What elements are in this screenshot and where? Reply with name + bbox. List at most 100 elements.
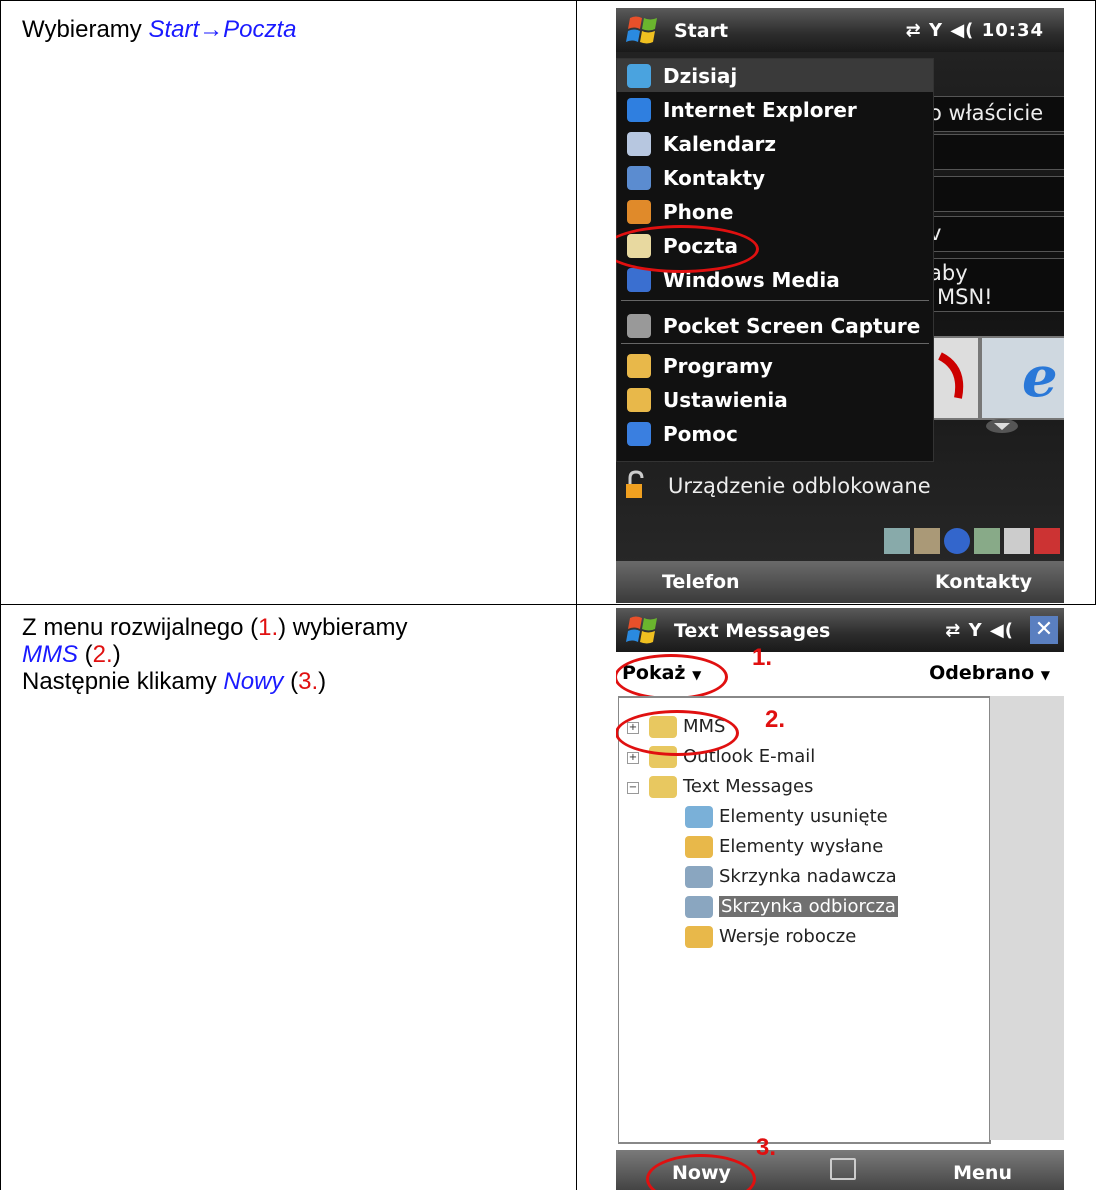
menu-item-label: Kalendarz [663, 132, 776, 156]
tree-node-label: Skrzynka nadawcza [719, 866, 897, 887]
battery-icon[interactable] [974, 528, 1000, 554]
media-icon [627, 268, 651, 292]
menu-item[interactable]: Kalendarz [617, 127, 933, 160]
folder-icon [627, 354, 651, 378]
contacts-icon [627, 166, 651, 190]
menu-item[interactable]: Programy [617, 349, 933, 382]
notification-icons [884, 528, 1060, 556]
volume-icon[interactable]: ◀( [990, 620, 1014, 641]
calendar-icon [627, 132, 651, 156]
menu-item[interactable]: Dzisiaj [617, 59, 933, 92]
phone-icon [627, 200, 651, 224]
text-part: ) [318, 668, 327, 695]
text-part: Następnie klikamy [22, 668, 224, 695]
camera-icon [627, 314, 651, 338]
today-text: aby [929, 261, 968, 285]
menu-item-label: Pocket Screen Capture [663, 314, 921, 338]
instruction-link: MMS [22, 641, 78, 668]
menu-button[interactable]: Menu [953, 1162, 1012, 1184]
lock-status: Urządzenie odblokowane [616, 460, 1064, 516]
instruction-row-2: Z menu rozwijalnego (1.) wybieramy MMS (… [22, 614, 562, 695]
folder-icon [685, 926, 713, 948]
folder-icon [685, 896, 713, 918]
tree-node[interactable]: Skrzynka nadawcza [685, 866, 897, 888]
collapse-icon[interactable]: − [627, 782, 639, 794]
highlight-ring [616, 654, 728, 700]
windows-logo-icon[interactable] [626, 614, 660, 646]
menu-separator [621, 343, 929, 344]
instruction-line-1: Z menu rozwijalnego (1.) wybieramy [22, 614, 562, 641]
taskmgr-icon[interactable] [1034, 528, 1060, 554]
annotation-1: 1. [752, 644, 773, 671]
window-title[interactable]: Start [674, 20, 728, 42]
menu-item[interactable]: Internet Explorer [617, 93, 933, 126]
instruction-line-1-text: Z menu rozwijalnego (1.) wybieramy [22, 614, 407, 641]
annotation-2: 2. [765, 706, 786, 733]
menu-item[interactable]: Pomoc [617, 417, 933, 450]
instruction-line-2: MMS (2.) [22, 641, 562, 668]
menu-item[interactable]: Pocket Screen Capture [617, 309, 933, 342]
folder-tree: + MMS + Outlook E-mail − Text Messages Element… [616, 696, 991, 1144]
keyboard-icon[interactable] [830, 1158, 856, 1180]
today-icon [627, 64, 651, 88]
sort-dropdown[interactable]: Odebrano ▼ [929, 662, 1050, 684]
menu-item-label: Dzisiaj [663, 64, 738, 88]
tree-node[interactable]: Wersje robocze [685, 926, 856, 948]
tree-node-label: Wersje robocze [719, 926, 857, 947]
tree-node[interactable]: Text Messages [649, 776, 813, 798]
menu-separator [621, 300, 929, 301]
expand-icon[interactable]: + [627, 752, 639, 764]
start-menu: Dzisiaj Internet Explorer Kalendarz Kontakt… [616, 58, 934, 462]
text-part: ) [112, 641, 121, 668]
menu-item[interactable]: Phone [617, 195, 933, 228]
annotation-3: 3. [756, 1134, 777, 1161]
today-text: MSN! [937, 285, 993, 309]
tree-node[interactable]: Skrzynka odbiorcza [685, 896, 898, 918]
messaging-tile-icon [932, 336, 980, 420]
step-number: 3. [298, 668, 319, 695]
menu-item[interactable]: Kontakty [617, 161, 933, 194]
today-tile: o właścicie [916, 96, 1064, 132]
tree-node[interactable]: Elementy usunięte [685, 806, 888, 828]
sort-label: Odebrano [929, 662, 1035, 684]
app-icon[interactable] [1004, 528, 1030, 554]
window-title: Text Messages [674, 620, 831, 642]
title-bar: Text Messages ⇄ Y ◀( ✕ [616, 608, 1064, 652]
clock[interactable]: 10:34 [982, 20, 1044, 41]
volume-icon[interactable]: ◀( [950, 20, 974, 41]
tree-node-label: Text Messages [683, 776, 814, 797]
menu-item-label: Ustawienia [663, 388, 788, 412]
ie-icon [627, 98, 651, 122]
folder-toolbar: Pokaż ▼ Odebrano ▼ 1. [616, 644, 1064, 700]
today-tile: aby MSN! [916, 258, 1064, 312]
signal-icon: Y [968, 620, 983, 641]
tree-node-label: Skrzynka odbiorcza [719, 896, 898, 917]
help-icon [627, 422, 651, 446]
scroll-down-icon[interactable] [982, 418, 1022, 434]
storage-icon[interactable] [914, 528, 940, 554]
tree-node[interactable]: Elementy wysłane [685, 836, 883, 858]
folder-icon [649, 776, 677, 798]
instruction-row-1: Wybieramy Start→Poczta [22, 16, 297, 43]
soft-key-bar: Telefon Kontakty [616, 561, 1064, 603]
text-part: ( [78, 641, 93, 668]
ie-tile-icon: e [980, 336, 1064, 420]
folder-icon [685, 836, 713, 858]
menu-item[interactable]: Ustawienia [617, 383, 933, 416]
menu-item-label: Phone [663, 200, 734, 224]
status-icons: ⇄ Y ◀( 10:34 [905, 20, 1044, 41]
instruction-link: Nowy [223, 668, 284, 695]
wifi-icon[interactable] [884, 528, 910, 554]
lock-icon [626, 470, 644, 498]
step-number: 2. [92, 641, 113, 668]
windows-logo-icon[interactable] [626, 14, 660, 46]
close-icon[interactable]: ✕ [1030, 616, 1058, 644]
soft-key-right[interactable]: Kontakty [935, 571, 1032, 593]
signal-icon: Y [929, 20, 944, 41]
bluetooth-icon[interactable] [944, 528, 970, 554]
title-bar: Start ⇄ Y ◀( 10:34 [616, 8, 1064, 52]
text-messages-screenshot: Text Messages ⇄ Y ◀( ✕ Pokaż ▼ Odebrano … [616, 608, 1064, 1190]
soft-key-left[interactable]: Telefon [662, 571, 740, 593]
svg-text:e: e [1022, 344, 1058, 410]
scrollbar-area[interactable] [990, 696, 1064, 1140]
